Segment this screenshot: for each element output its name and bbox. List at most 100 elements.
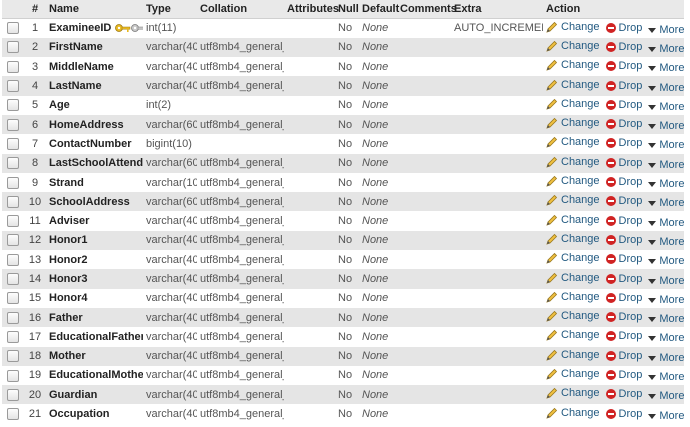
more-dropdown[interactable]: More [648,236,684,248]
header-type[interactable]: Type [143,0,197,19]
change-link[interactable]: Change [546,40,600,52]
more-dropdown[interactable]: More [648,43,684,55]
change-link[interactable]: Change [546,252,600,264]
drop-link[interactable]: Drop [605,176,642,188]
row-checkbox[interactable] [7,60,19,73]
drop-link[interactable]: Drop [605,273,642,285]
drop-link[interactable]: Drop [605,388,642,400]
change-link[interactable]: Change [546,98,600,110]
row-checkbox[interactable] [7,388,19,401]
more-dropdown[interactable]: More [648,217,684,229]
more-dropdown[interactable]: More [648,159,684,171]
primary-key-icon[interactable] [115,22,131,34]
change-link[interactable]: Change [546,310,600,322]
change-link[interactable]: Change [546,194,600,206]
more-dropdown[interactable]: More [648,255,684,267]
change-link[interactable]: Change [546,59,600,71]
row-checkbox[interactable] [7,99,19,112]
drop-link[interactable]: Drop [605,137,642,149]
more-dropdown[interactable]: More [648,332,684,344]
drop-icon [605,177,616,188]
change-link[interactable]: Change [546,407,600,419]
change-link[interactable]: Change [546,79,600,91]
change-link[interactable]: Change [546,387,600,399]
drop-link[interactable]: Drop [605,408,642,420]
header-collation[interactable]: Collation [197,0,284,19]
action-cell: Change Drop More [543,289,684,308]
header-extra[interactable]: Extra [451,0,543,19]
drop-link[interactable]: Drop [605,80,642,92]
more-dropdown[interactable]: More [648,24,684,36]
drop-link[interactable]: Drop [605,350,642,362]
drop-link[interactable]: Drop [605,99,642,111]
drop-link[interactable]: Drop [605,157,642,169]
row-checkbox[interactable] [7,176,19,189]
change-link[interactable]: Change [546,117,600,129]
drop-link[interactable]: Drop [605,369,642,381]
change-link[interactable]: Change [546,349,600,361]
drop-link[interactable]: Drop [605,195,642,207]
drop-link[interactable]: Drop [605,311,642,323]
row-checkbox[interactable] [7,215,19,228]
header-default[interactable]: Default [359,0,399,19]
row-checkbox[interactable] [7,350,19,363]
row-checkbox[interactable] [7,234,19,247]
header-comments[interactable]: Comments [397,0,457,19]
more-dropdown[interactable]: More [648,371,684,383]
more-dropdown[interactable]: More [648,101,684,113]
more-dropdown[interactable]: More [648,313,684,325]
change-link[interactable]: Change [546,291,600,303]
row-checkbox[interactable] [7,369,19,382]
chevron-down-icon [648,374,657,380]
row-checkbox[interactable] [7,311,19,324]
row-checkbox[interactable] [7,195,19,208]
drop-link[interactable]: Drop [605,60,642,72]
drop-link[interactable]: Drop [605,41,642,53]
change-link[interactable]: Change [546,136,600,148]
row-checkbox[interactable] [7,330,19,343]
more-dropdown[interactable]: More [648,178,684,190]
row-checkbox[interactable] [7,118,19,131]
drop-link[interactable]: Drop [605,22,642,34]
drop-link[interactable]: Drop [605,253,642,265]
row-checkbox[interactable] [7,157,19,170]
row-checkbox[interactable] [7,22,19,35]
row-checkbox[interactable] [7,408,19,421]
row-checkbox[interactable] [7,292,19,305]
header-sort[interactable]: # [24,0,46,19]
drop-link[interactable]: Drop [605,330,642,342]
more-dropdown[interactable]: More [648,139,684,151]
more-dropdown[interactable]: More [648,62,684,74]
row-checkbox[interactable] [7,253,19,266]
header-attributes[interactable]: Attributes [284,0,339,19]
header-null[interactable]: Null [335,0,359,19]
column-extra [451,154,543,173]
table-row: 3 MiddleName varchar(40) utf8mb4_general… [2,57,684,77]
drop-link[interactable]: Drop [605,234,642,246]
more-dropdown[interactable]: More [648,275,684,287]
drop-link[interactable]: Drop [605,118,642,130]
more-dropdown[interactable]: More [648,197,684,209]
row-checkbox[interactable] [7,137,19,150]
change-link[interactable]: Change [546,156,600,168]
change-link[interactable]: Change [546,233,600,245]
row-checkbox[interactable] [7,273,19,286]
more-dropdown[interactable]: More [648,120,684,132]
drop-link[interactable]: Drop [605,292,642,304]
more-dropdown[interactable]: More [648,410,684,422]
change-link[interactable]: Change [546,175,600,187]
change-link[interactable]: Change [546,21,600,33]
header-name[interactable]: Name [46,0,143,19]
more-dropdown[interactable]: More [648,390,684,402]
change-link[interactable]: Change [546,272,600,284]
more-dropdown[interactable]: More [648,82,684,94]
more-dropdown[interactable]: More [648,294,684,306]
index-key-icon[interactable] [131,22,143,34]
change-link[interactable]: Change [546,329,600,341]
more-dropdown[interactable]: More [648,352,684,364]
change-link[interactable]: Change [546,368,600,380]
drop-link[interactable]: Drop [605,215,642,227]
row-checkbox[interactable] [7,41,19,54]
change-link[interactable]: Change [546,214,600,226]
row-checkbox[interactable] [7,80,19,93]
